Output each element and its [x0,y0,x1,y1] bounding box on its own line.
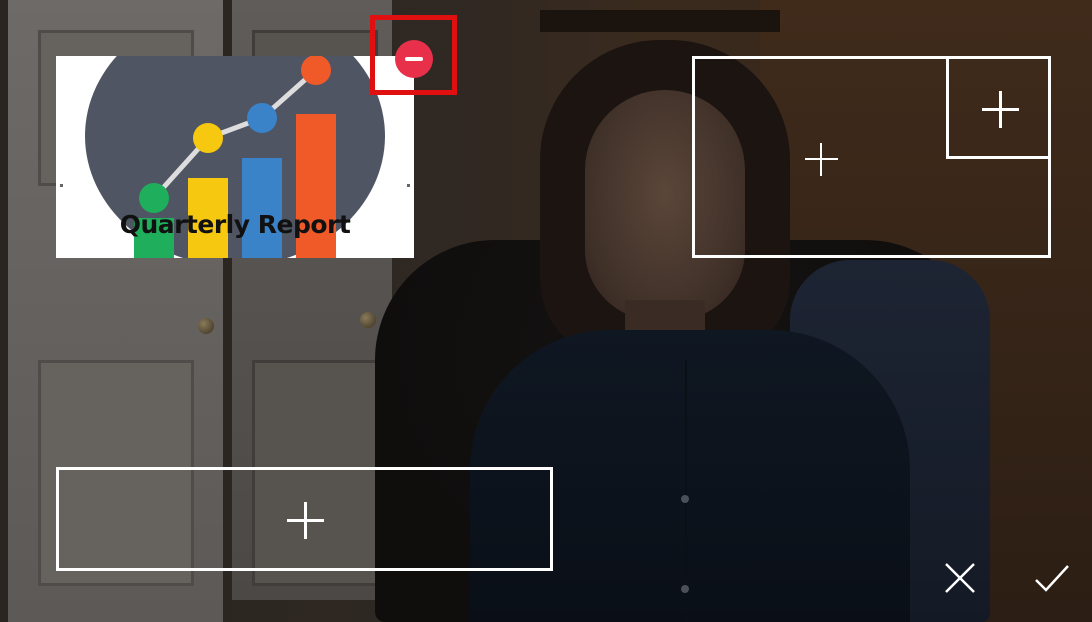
resize-handle-left[interactable] [60,184,63,187]
add-icon[interactable] [805,143,838,176]
thumbnail-point [193,123,223,153]
thumbnail-point [301,56,331,85]
shirt-button [681,585,689,593]
remove-icon[interactable] [395,40,433,78]
check-icon[interactable] [1032,558,1072,598]
shelf [540,10,780,32]
camera-preview: Quarterly Report [0,0,1092,622]
thumbnail-point [139,183,169,213]
add-icon[interactable] [982,91,1019,128]
add-icon[interactable] [287,502,324,539]
thumbnail-bar [242,158,282,258]
slot-top-right-inner[interactable] [946,56,1051,159]
shirt-button [681,495,689,503]
shirt-placket [685,360,687,622]
thumbnail-title: Quarterly Report [119,210,351,239]
slot-bottom-left[interactable] [56,467,553,571]
thumbnail-point [247,103,277,133]
resize-handle-right[interactable] [407,184,410,187]
slide-thumbnail[interactable]: Quarterly Report [56,56,414,258]
close-icon[interactable] [940,558,980,598]
